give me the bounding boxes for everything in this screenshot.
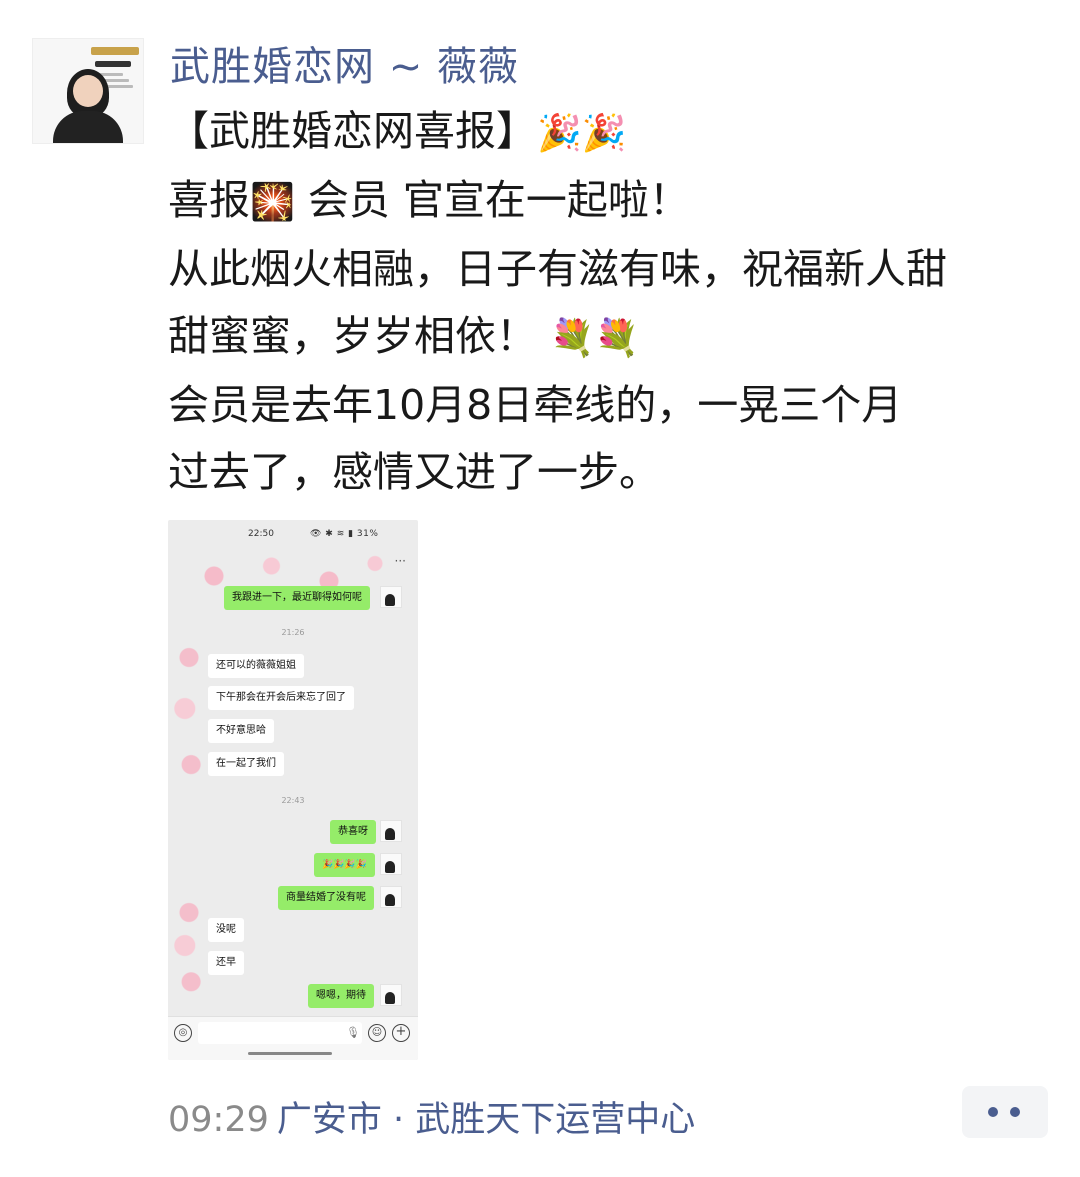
author-avatar[interactable] [32, 38, 144, 144]
fireworks-icon: 🎇 [250, 182, 295, 223]
voice-icon: ◎ [174, 1024, 192, 1042]
chat-bubble-in: 没呢 [208, 918, 244, 942]
chat-bubble-in: 下午那会在开会后来忘了回了 [208, 686, 354, 710]
chat-bubble-in: 在一起了我们 [208, 752, 284, 776]
avatar [380, 886, 402, 908]
message-input [198, 1022, 362, 1044]
chat-bubble-in: 还早 [208, 951, 244, 975]
chat-timestamp: 22:43 [281, 796, 305, 805]
party-popper-icon: 🎉🎉 [537, 113, 627, 154]
avatar [380, 853, 402, 875]
post-meta: 09:29 广安市 · 武胜天下运营中心 [168, 1091, 695, 1142]
avatar [380, 586, 402, 608]
chat-bubble-in: 还可以的薇薇姐姐 [208, 654, 304, 678]
more-dots-icon [988, 1107, 998, 1117]
home-indicator [248, 1052, 332, 1055]
more-options-button[interactable] [962, 1086, 1048, 1138]
status-icons: 👁 ✱ ≋ ▮ 31% [310, 529, 379, 539]
post-line: 会员是去年10月8日牵线的，一晃三个月 [168, 381, 903, 429]
mic-icon: 🎙 [346, 1026, 360, 1039]
chat-screenshot-image[interactable]: 22:50 👁 ✱ ≋ ▮ 31% ··· 我跟进一下，最近聊得如何呢 21:2… [168, 520, 418, 1060]
hearts-decoration [168, 896, 210, 1006]
avatar [380, 820, 402, 842]
chat-bubble-out: 恭喜呀 [330, 820, 376, 844]
post-location[interactable]: 广安市 · 武胜天下运营中心 [277, 1100, 695, 1140]
chat-bubble-in: 不好意思哈 [208, 719, 274, 743]
post-line: 甜蜜蜜，岁岁相依！ 💐💐 [168, 312, 640, 360]
post-text: 【武胜婚恋网喜报】🎉🎉 喜报🎇 会员 官宣在一起啦！ 从此烟火相融，日子有滋有味… [168, 98, 1058, 506]
avatar [380, 984, 402, 1006]
post-line: 【武胜婚恋网喜报】🎉🎉 [168, 107, 627, 155]
chat-bubble-out: 我跟进一下，最近聊得如何呢 [224, 586, 370, 610]
post-line: 从此烟火相融，日子有滋有味，祝福新人甜 [168, 245, 947, 293]
chat-bubble-out: 嗯嗯，期待 [308, 984, 374, 1008]
status-bar: 22:50 👁 ✱ ≋ ▮ 31% ··· [248, 529, 406, 568]
avatar-caption [95, 61, 131, 67]
author-name[interactable]: 武胜婚恋网 ~ 薇薇 [170, 34, 519, 92]
chat-bubble-out: 🎉🎉🎉🎉 [314, 853, 375, 877]
chat-input-bar: ◎ 🎙 ☺ + [168, 1016, 418, 1060]
chat-bubble-out: 商量结婚了没有呢 [278, 886, 374, 910]
logo-icon [91, 47, 139, 55]
person-photo [73, 75, 103, 107]
post-line: 喜报🎇 会员 官宣在一起啦！ [168, 176, 690, 224]
plus-icon: + [392, 1024, 410, 1042]
post-line: 过去了，感情又进了一步。 [168, 448, 660, 496]
hearts-decoration [168, 632, 210, 802]
emoji-icon: ☺ [368, 1024, 386, 1042]
bouquet-icon: 💐💐 [550, 318, 640, 359]
post-time: 09:29 [168, 1100, 269, 1140]
